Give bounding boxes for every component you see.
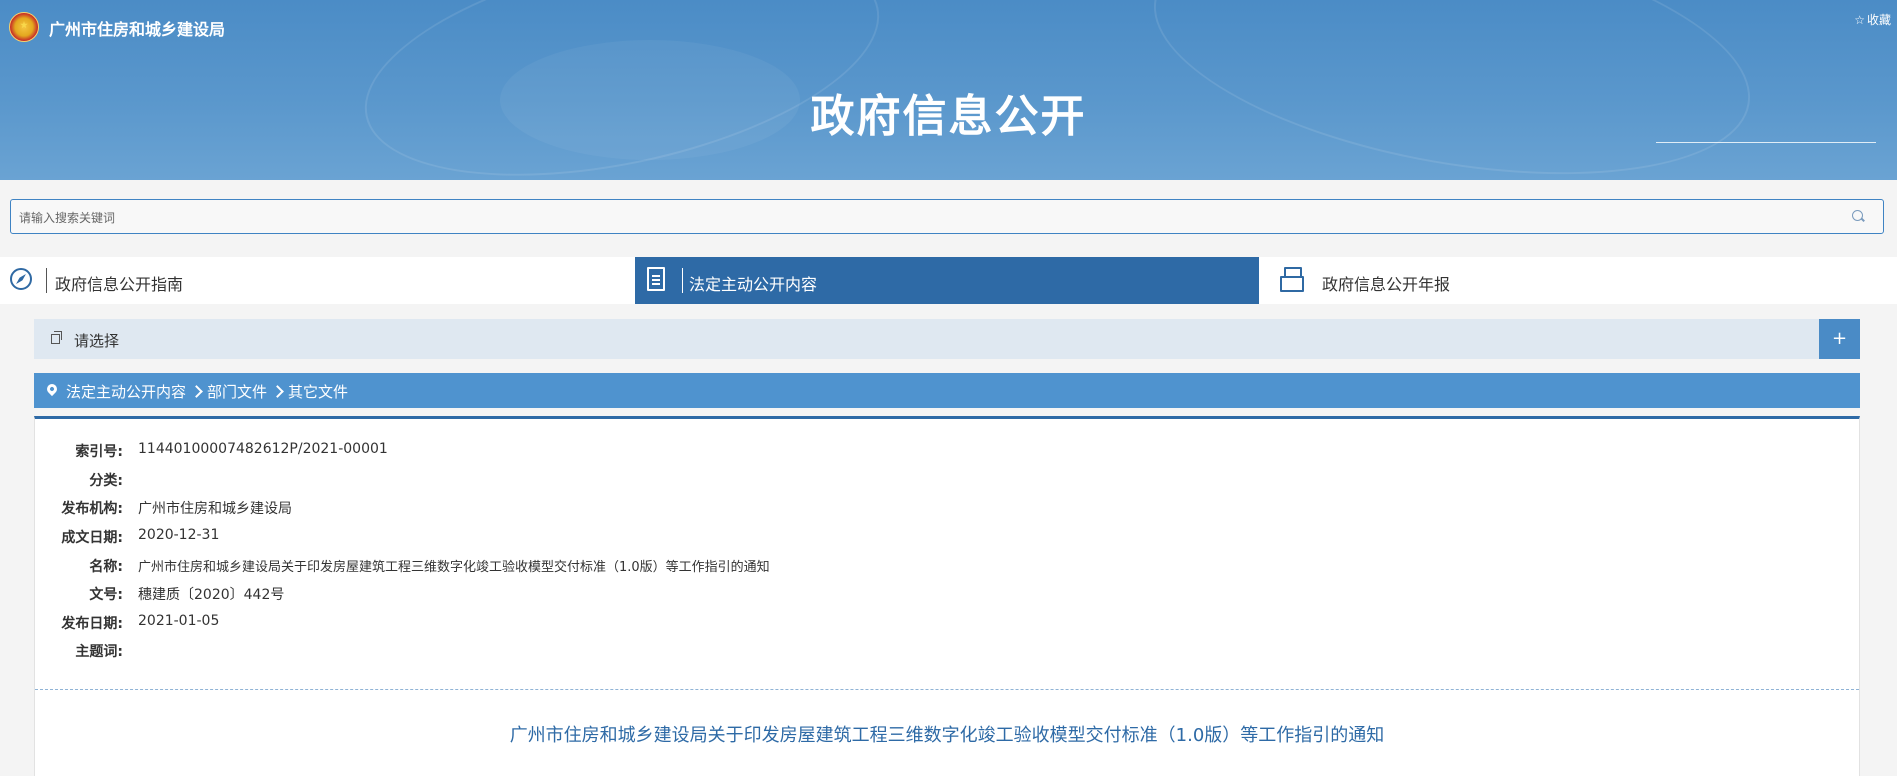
copy-icon — [51, 331, 62, 344]
national-emblem-icon[interactable] — [9, 12, 39, 42]
compass-icon — [10, 268, 32, 290]
info-value: 广州市住房和城乡建设局 — [138, 501, 292, 517]
location-pin-icon — [44, 381, 60, 397]
info-key: 文号: — [89, 587, 123, 603]
document-title: 广州市住房和城乡建设局关于印发房屋建筑工程三维数字化竣工验收模型交付标准（1.0… — [509, 725, 1385, 746]
search-icon[interactable] — [1852, 210, 1863, 221]
favorite-button[interactable]: ☆ 收藏 — [1854, 11, 1891, 28]
breadcrumb-item[interactable]: 其它文件 — [288, 383, 348, 401]
info-value: 11440100007482612P/2021-00001 — [138, 441, 388, 457]
expand-button[interactable]: + — [1819, 319, 1860, 359]
info-value: 2021-01-05 — [138, 613, 220, 629]
info-key: 索引号: — [75, 444, 123, 460]
tab-disclosure-guide[interactable]: 政府信息公开指南 — [0, 257, 630, 304]
info-value: 2020-12-31 — [138, 527, 220, 543]
info-key: 发布日期: — [61, 616, 123, 632]
chevron-right-icon — [271, 385, 284, 398]
tab-label: 法定主动公开内容 — [689, 275, 818, 294]
header-banner: 广州市住房和城乡建设局 ☆ 收藏 政府信息公开 — [0, 0, 1897, 180]
selector-label: 请选择 — [74, 332, 120, 350]
info-key: 主题词: — [75, 644, 123, 660]
tab-bar: 政府信息公开指南 法定主动公开内容 政府信息公开年报 — [0, 257, 1897, 304]
tab-annual-report[interactable]: 政府信息公开年报 — [1264, 257, 1897, 304]
tab-label: 政府信息公开指南 — [55, 275, 184, 294]
favorite-label: 收藏 — [1866, 13, 1891, 27]
folder-icon — [1280, 267, 1304, 292]
info-key: 分类: — [89, 473, 123, 489]
search-box — [10, 199, 1884, 235]
info-key: 名称: — [89, 559, 123, 575]
info-value: 广州市住房和城乡建设局关于印发房屋建筑工程三维数字化竣工验收模型交付标准（1.0… — [138, 560, 770, 575]
info-key: 发布机构: — [61, 501, 123, 517]
page-title: 政府信息公开 — [810, 91, 1087, 142]
document-info-panel: 索引号: 11440100007482612P/2021-00001 分类: 发布… — [34, 416, 1860, 776]
info-key: 成文日期: — [61, 530, 123, 546]
site-name[interactable]: 广州市住房和城乡建设局 — [49, 16, 225, 40]
tab-divider — [46, 268, 47, 293]
banner-divider — [1656, 142, 1876, 143]
chevron-right-icon — [190, 385, 203, 398]
breadcrumb: 法定主动公开内容 部门文件 其它文件 — [34, 373, 1860, 408]
breadcrumb-item[interactable]: 部门文件 — [207, 383, 267, 401]
tab-divider — [682, 268, 683, 293]
star-icon: ☆ — [1854, 13, 1865, 27]
section-divider — [35, 689, 1859, 690]
tab-label: 政府信息公开年报 — [1322, 275, 1451, 294]
breadcrumb-item[interactable]: 法定主动公开内容 — [66, 383, 186, 401]
category-selector[interactable]: 请选择 + — [34, 319, 1860, 359]
tab-statutory-content[interactable]: 法定主动公开内容 — [635, 257, 1259, 304]
search-input[interactable] — [17, 200, 1841, 235]
document-icon — [647, 267, 665, 291]
info-value: 穗建质〔2020〕442号 — [138, 587, 285, 603]
